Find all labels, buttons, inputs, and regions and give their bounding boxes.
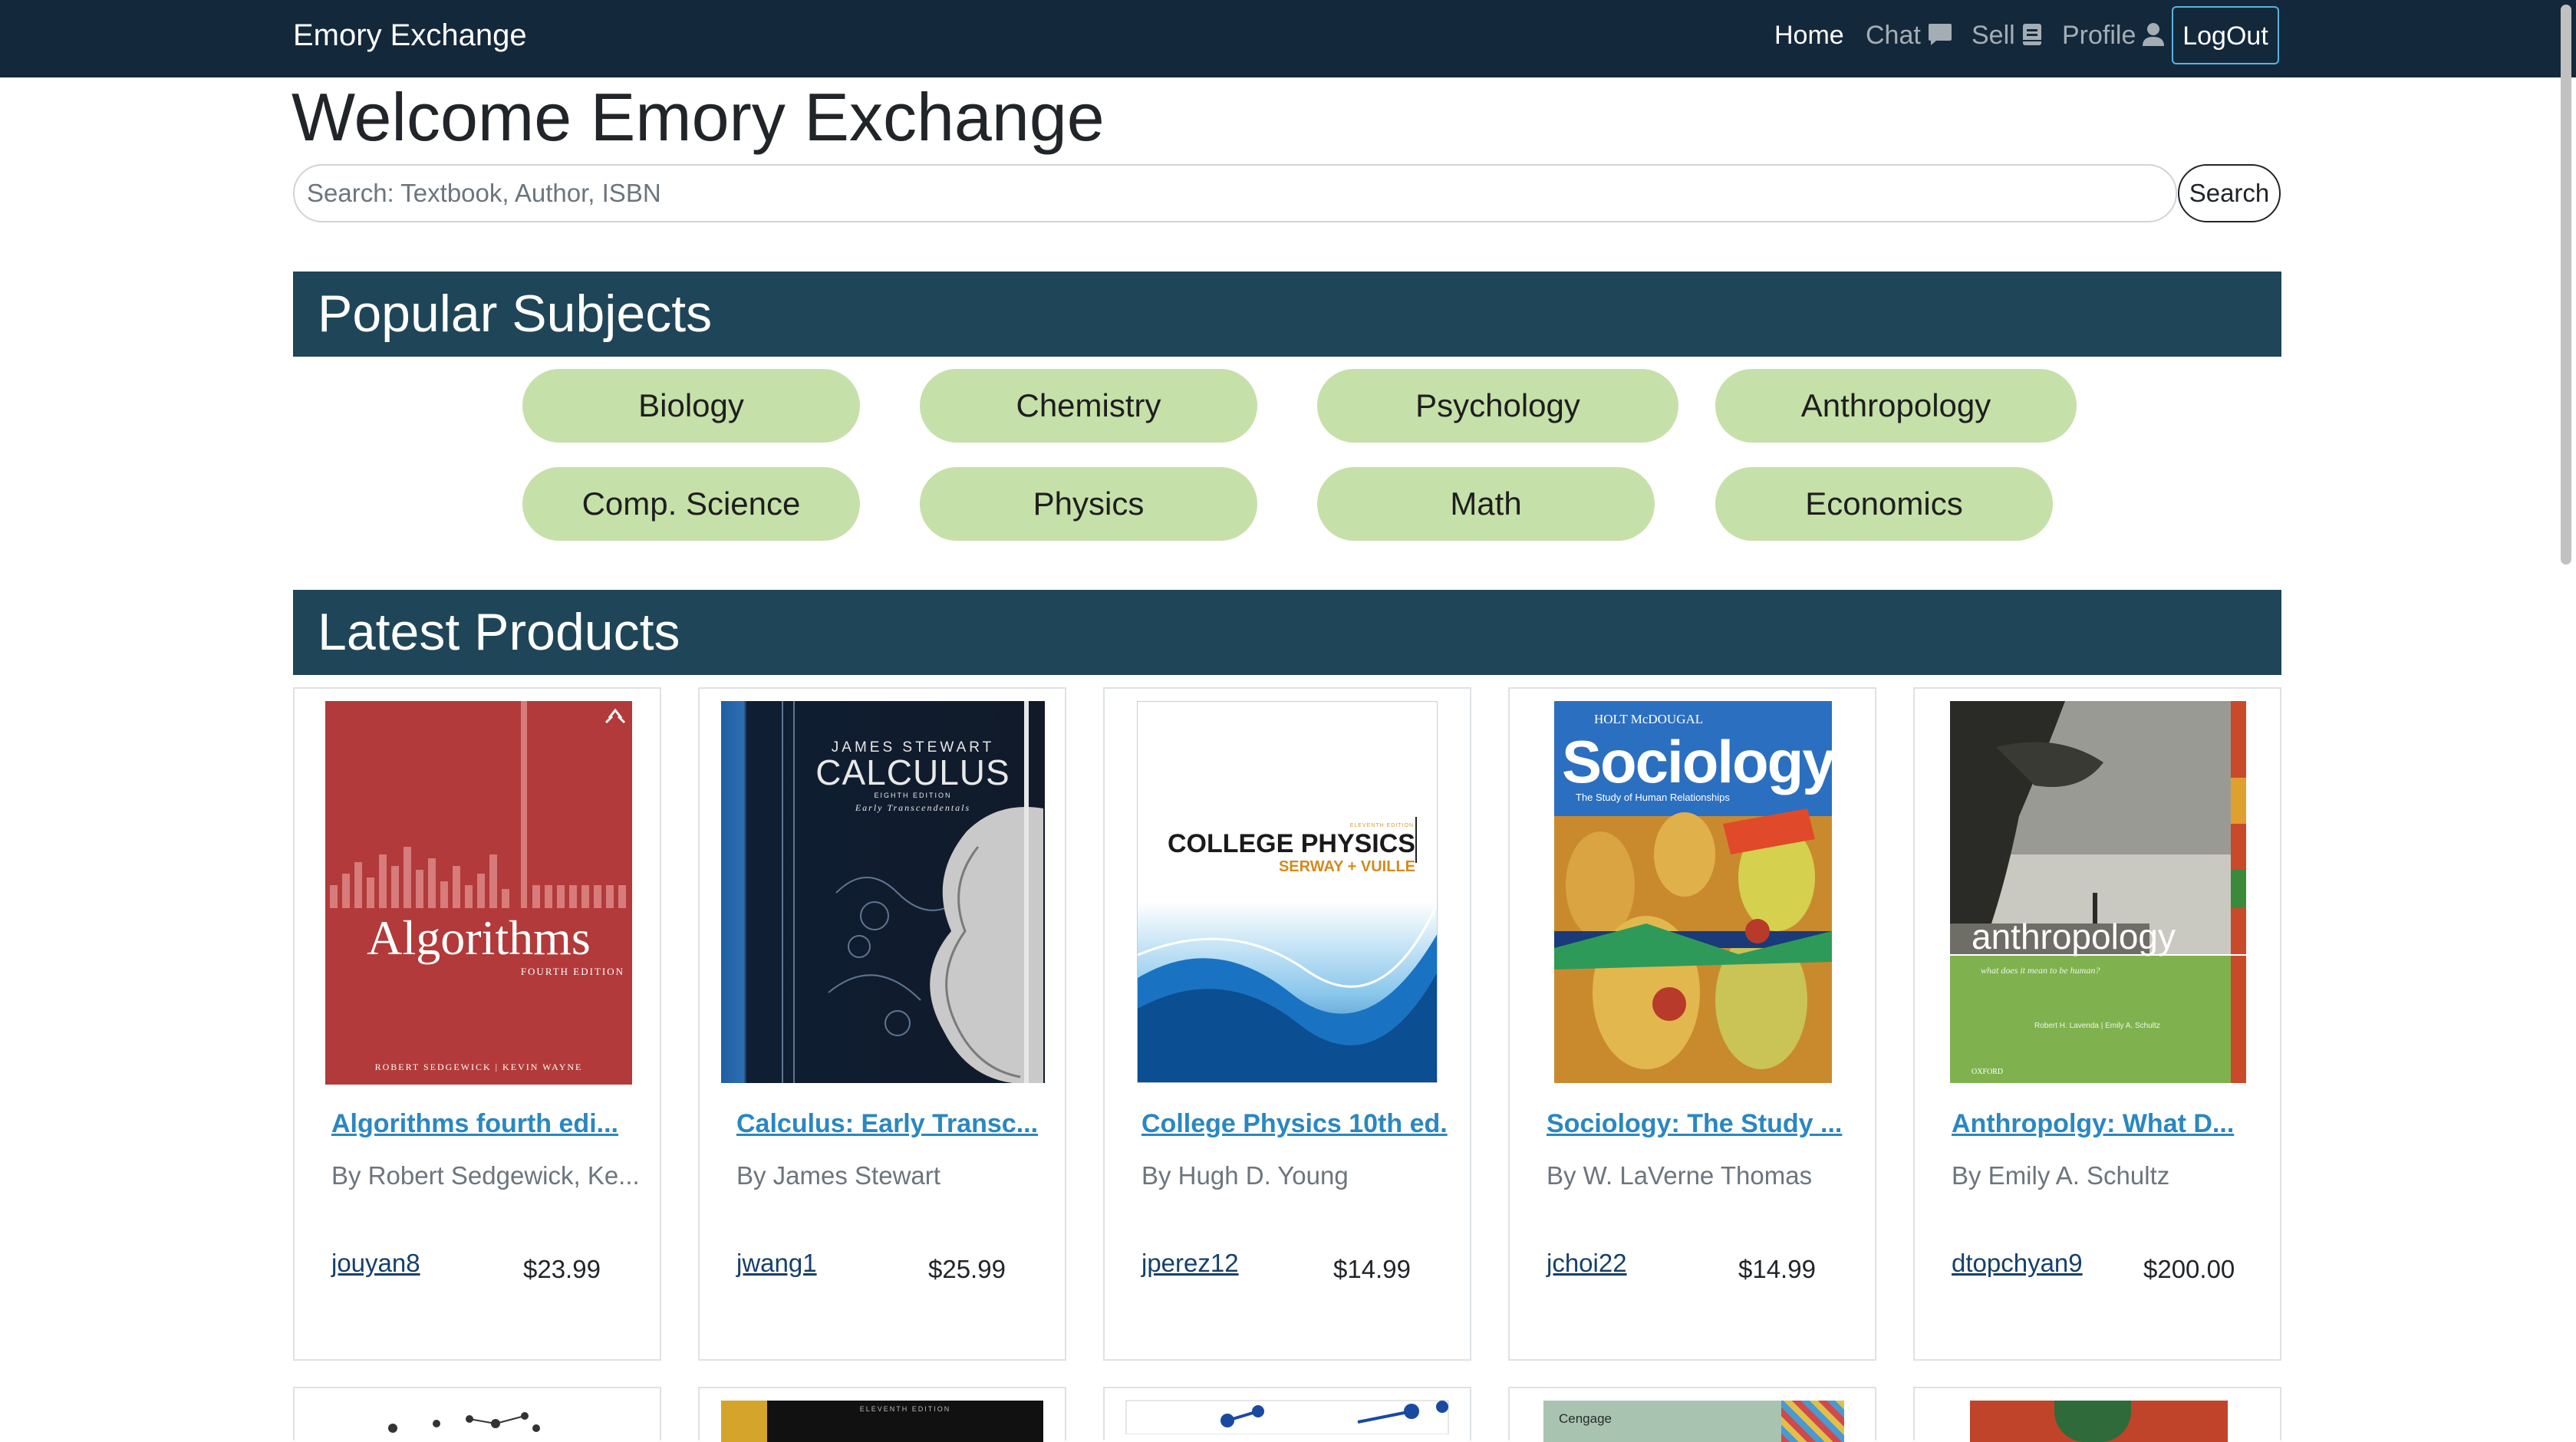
cover-art (2054, 1401, 2131, 1442)
product-cover-image[interactable]: Algorithms FOURTH EDITION ROBERT SEDGEWI… (325, 701, 632, 1085)
nav-chat[interactable]: Chat (1866, 0, 1953, 71)
cover-publisher: OXFORD (1972, 1068, 2004, 1076)
popular-subjects-header: Popular Subjects (293, 272, 2281, 357)
subject-label: Math (1450, 486, 1522, 522)
subject-chemistry[interactable]: Chemistry (920, 369, 1257, 443)
product-price: $14.99 (1333, 1255, 1411, 1283)
latest-products-header: Latest Products (293, 590, 2281, 675)
cover-title: CALCULUS (815, 752, 1010, 792)
product-author: By Robert Sedgewick, Ke... (331, 1161, 638, 1190)
subject-label: Psychology (1415, 387, 1580, 423)
nav-chat-label: Chat (1866, 21, 1921, 50)
product-card: HOLT McDOUGAL Sociology The Study of Hum… (1508, 687, 1876, 1361)
subject-label: Economics (1805, 486, 1963, 522)
product-price: $23.99 (523, 1255, 601, 1283)
cover-authors: SERWAY + VUILLE (1278, 858, 1415, 875)
user-icon (2143, 23, 2165, 47)
top-navbar: Emory Exchange Home Chat Sell Profile Lo… (0, 0, 2576, 77)
product-author: By Hugh D. Young (1141, 1161, 1349, 1190)
product-title-link[interactable]: Calculus: Early Transc... (736, 1109, 1043, 1139)
nav-home-label: Home (1774, 21, 1844, 50)
product-card: ELEVENTH EDITION COLLEGE PHYSICS SERWAY … (1103, 687, 1471, 1361)
product-price: $14.99 (1738, 1255, 1816, 1283)
subject-economics[interactable]: Economics (1715, 467, 2053, 541)
cover-publisher: Cengage (1559, 1411, 1612, 1426)
cover-subtitle: Early Transcendentals (855, 802, 971, 813)
product-cover-image[interactable]: JAMES STEWART CALCULUS EIGHTH EDITION Ea… (721, 701, 1045, 1083)
product-price: $25.99 (928, 1255, 1006, 1283)
subject-physics[interactable]: Physics (920, 467, 1257, 541)
product-cover-image[interactable] (1105, 1388, 1473, 1434)
nav-sell-label: Sell (1972, 21, 2015, 50)
product-cover-image[interactable]: anthropology what does it mean to be hum… (1950, 701, 2246, 1083)
page-title: Welcome Emory Exchange (292, 79, 1105, 155)
cover-pattern (1781, 1401, 1844, 1442)
cover-edition: ELEVENTH EDITION (1349, 823, 1414, 828)
chat-bubble-icon (1928, 24, 1952, 46)
cover-authors: Robert H. Lavenda | Emily A. Schultz (2034, 1022, 2160, 1030)
product-card: JAMES STEWART CALCULUS EIGHTH EDITION Ea… (698, 687, 1066, 1361)
subject-anthropology[interactable]: Anthropology (1715, 369, 2077, 443)
cover-edition: EIGHTH EDITION (874, 792, 952, 799)
product-cover-image[interactable]: HOLT McDOUGAL Sociology The Study of Hum… (1554, 701, 1832, 1083)
product-card: anthropology what does it mean to be hum… (1913, 687, 2281, 1361)
search-button[interactable]: Search (2178, 164, 2281, 222)
book-icon (2022, 24, 2041, 46)
cover-subtitle: what does it mean to be human? (1981, 965, 2100, 976)
subject-psychology[interactable]: Psychology (1317, 369, 1678, 443)
product-cover-image[interactable] (295, 1388, 663, 1434)
product-cover-image[interactable]: Cengage (1543, 1401, 1844, 1442)
seller-link[interactable]: jperez12 (1141, 1249, 1239, 1278)
subject-label: Anthropology (1800, 387, 1991, 423)
subject-biology[interactable]: Biology (522, 369, 860, 443)
cover-title: Algorithms (367, 910, 591, 965)
product-title-link[interactable]: Anthropolgy: What D... (1952, 1109, 2258, 1139)
cover-credits: ROBERT SEDGEWICK | KEVIN WAYNE (374, 1062, 583, 1072)
subject-comp-science[interactable]: Comp. Science (522, 467, 860, 541)
cover-title: Sociology (1562, 728, 1832, 795)
product-cover-image[interactable]: ELEVENTH EDITION (721, 1401, 1043, 1442)
cover-title: COLLEGE PHYSICS (1167, 829, 1415, 858)
subject-label: Physics (1033, 486, 1145, 522)
seller-link[interactable]: jchoi22 (1547, 1249, 1627, 1278)
product-title-link[interactable]: Sociology: The Study ... (1547, 1109, 1853, 1139)
product-card: Algorithms FOURTH EDITION ROBERT SEDGEWI… (293, 687, 661, 1361)
cover-art (330, 701, 626, 908)
subject-math[interactable]: Math (1317, 467, 1655, 541)
search-input[interactable] (293, 164, 2177, 222)
seller-link[interactable]: dtopchyan9 (1952, 1249, 2083, 1278)
cover-subtitle: FOURTH EDITION (520, 966, 624, 977)
subject-label: Comp. Science (581, 486, 801, 522)
cover-edge (721, 1401, 767, 1442)
product-author: By W. LaVerne Thomas (1547, 1161, 1813, 1190)
cover-subtitle: The Study of Human Relationships (1576, 792, 1730, 803)
brand-link[interactable]: Emory Exchange (293, 0, 527, 71)
cover-title: anthropology (1972, 917, 2176, 956)
nav-profile-label: Profile (2062, 21, 2136, 50)
subject-label: Biology (638, 387, 744, 423)
nav-profile[interactable]: Profile (2062, 0, 2165, 71)
page-scrollbar[interactable] (2561, 5, 2571, 565)
product-title-link[interactable]: Algorithms fourth edi... (331, 1109, 638, 1139)
product-cover-image[interactable] (1970, 1401, 2228, 1442)
logout-button[interactable]: LogOut (2172, 6, 2279, 64)
nav-home[interactable]: Home (1774, 0, 1844, 71)
product-cover-image[interactable]: ELEVENTH EDITION COLLEGE PHYSICS SERWAY … (1137, 701, 1438, 1083)
subject-label: Chemistry (1016, 387, 1161, 423)
cover-publisher: HOLT McDOUGAL (1594, 712, 1704, 726)
nav-sell[interactable]: Sell (1972, 0, 2043, 71)
product-author: By Emily A. Schultz (1952, 1161, 2170, 1190)
product-title-link[interactable]: College Physics 10th ed. (1141, 1109, 1448, 1139)
product-price: $200.00 (2143, 1255, 2235, 1283)
seller-link[interactable]: jouyan8 (331, 1249, 420, 1278)
wave-art (1138, 817, 1437, 1082)
product-author: By James Stewart (736, 1161, 940, 1190)
seller-link[interactable]: jwang1 (736, 1249, 817, 1278)
cover-edition: ELEVENTH EDITION (859, 1405, 951, 1413)
